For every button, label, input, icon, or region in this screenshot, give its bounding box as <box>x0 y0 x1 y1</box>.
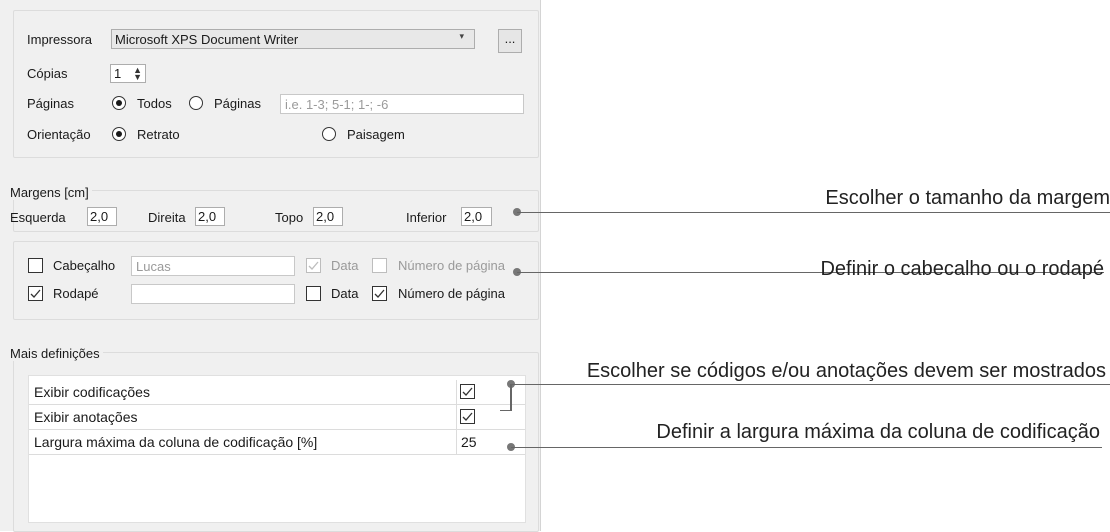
header-date-checkbox[interactable] <box>306 258 321 273</box>
pages-range-radio[interactable] <box>189 96 203 110</box>
table-row: Exibir anotações <box>29 405 525 430</box>
orientation-label: Orientação <box>27 127 91 142</box>
max-width-value[interactable]: 25 <box>461 434 477 450</box>
check-icon <box>462 387 473 396</box>
footer-label[interactable]: Rodapé <box>53 286 99 301</box>
callout-width-line <box>511 447 1102 448</box>
pages-range-label[interactable]: Páginas <box>214 96 261 111</box>
spin-arrows-icon[interactable]: ▲ ▼ <box>133 66 142 82</box>
check-icon <box>462 412 473 421</box>
margin-top-label: Topo <box>275 210 304 225</box>
margin-left-input[interactable]: 2,0 <box>87 207 117 226</box>
portrait-label[interactable]: Retrato <box>137 127 180 142</box>
pages-all-label[interactable]: Todos <box>137 96 172 111</box>
callout-codes-line <box>511 384 1110 385</box>
chevron-down-icon: ▾ <box>459 31 464 41</box>
settings-table: Exibir codificações Exibir anotações Lar… <box>28 375 526 523</box>
callout-header-footer-text: Definir o cabecalho ou o rodapé <box>820 258 1104 280</box>
row-value-cell[interactable]: 25 <box>456 430 526 454</box>
more-settings-title: Mais definições <box>10 346 103 361</box>
row-label: Exibir anotações <box>34 409 138 425</box>
check-icon <box>374 289 385 298</box>
footer-date-checkbox[interactable] <box>306 286 321 301</box>
landscape-radio[interactable] <box>322 127 336 141</box>
printer-value: Microsoft XPS Document Writer <box>115 32 299 47</box>
row-label: Largura máxima da coluna de codificação … <box>34 434 318 450</box>
margin-top-input[interactable]: 2,0 <box>313 207 343 226</box>
pages-all-radio[interactable] <box>112 96 126 110</box>
portrait-radio[interactable] <box>112 127 126 141</box>
callout-codes-branch <box>500 410 512 411</box>
header-footer-group <box>13 241 539 320</box>
footer-page-number-checkbox[interactable] <box>372 286 387 301</box>
printer-more-button[interactable]: ... <box>498 29 522 53</box>
table-row: Largura máxima da coluna de codificação … <box>29 430 525 455</box>
header-text-input[interactable]: Lucas <box>131 256 295 276</box>
margin-bottom-input[interactable]: 2,0 <box>461 207 492 226</box>
callout-margin-line <box>517 212 1110 213</box>
margins-title: Margens [cm] <box>10 185 92 200</box>
callout-codes-connector <box>510 384 512 411</box>
row-value-cell[interactable] <box>456 405 526 429</box>
copies-value: 1 <box>114 66 122 81</box>
header-checkbox[interactable] <box>28 258 43 273</box>
pages-range-placeholder: i.e. 1-3; 5-1; 1-; -6 <box>285 97 389 112</box>
footer-text-input[interactable] <box>131 284 295 304</box>
margin-left-label: Esquerda <box>10 210 66 225</box>
table-row: Exibir codificações <box>29 380 525 405</box>
print-settings-panel: Impressora Microsoft XPS Document Writer… <box>0 0 541 532</box>
margin-bottom-label: Inferior <box>406 210 447 225</box>
show-annotations-checkbox[interactable] <box>460 409 475 424</box>
callout-codes-text: Escolher se códigos e/ou anotações devem… <box>586 360 1106 382</box>
landscape-label[interactable]: Paisagem <box>347 127 405 142</box>
copies-spinner[interactable]: 1 ▲ ▼ <box>110 64 146 83</box>
margin-right-label: Direita <box>148 210 186 225</box>
callout-width-text: Definir a largura máxima da coluna de co… <box>656 421 1100 443</box>
printer-select[interactable]: Microsoft XPS Document Writer ▾ <box>111 29 475 49</box>
callout-margin-text: Escolher o tamanho da margem <box>825 187 1110 209</box>
copies-label: Cópias <box>27 66 68 81</box>
header-date-label[interactable]: Data <box>331 258 358 273</box>
printer-label: Impressora <box>27 32 93 47</box>
footer-checkbox[interactable] <box>28 286 43 301</box>
footer-page-number-label[interactable]: Número de página <box>398 286 505 301</box>
footer-date-label[interactable]: Data <box>331 286 358 301</box>
header-label[interactable]: Cabeçalho <box>53 258 115 273</box>
pages-label: Páginas <box>27 96 74 111</box>
header-page-number-label[interactable]: Número de página <box>398 258 505 273</box>
check-icon <box>308 261 319 270</box>
margin-right-input[interactable]: 2,0 <box>195 207 225 226</box>
header-placeholder: Lucas <box>136 259 171 274</box>
pages-range-input[interactable]: i.e. 1-3; 5-1; 1-; -6 <box>280 94 524 114</box>
row-label: Exibir codificações <box>34 384 150 400</box>
check-icon <box>30 289 41 298</box>
show-codes-checkbox[interactable] <box>460 384 475 399</box>
header-page-number-checkbox[interactable] <box>372 258 387 273</box>
